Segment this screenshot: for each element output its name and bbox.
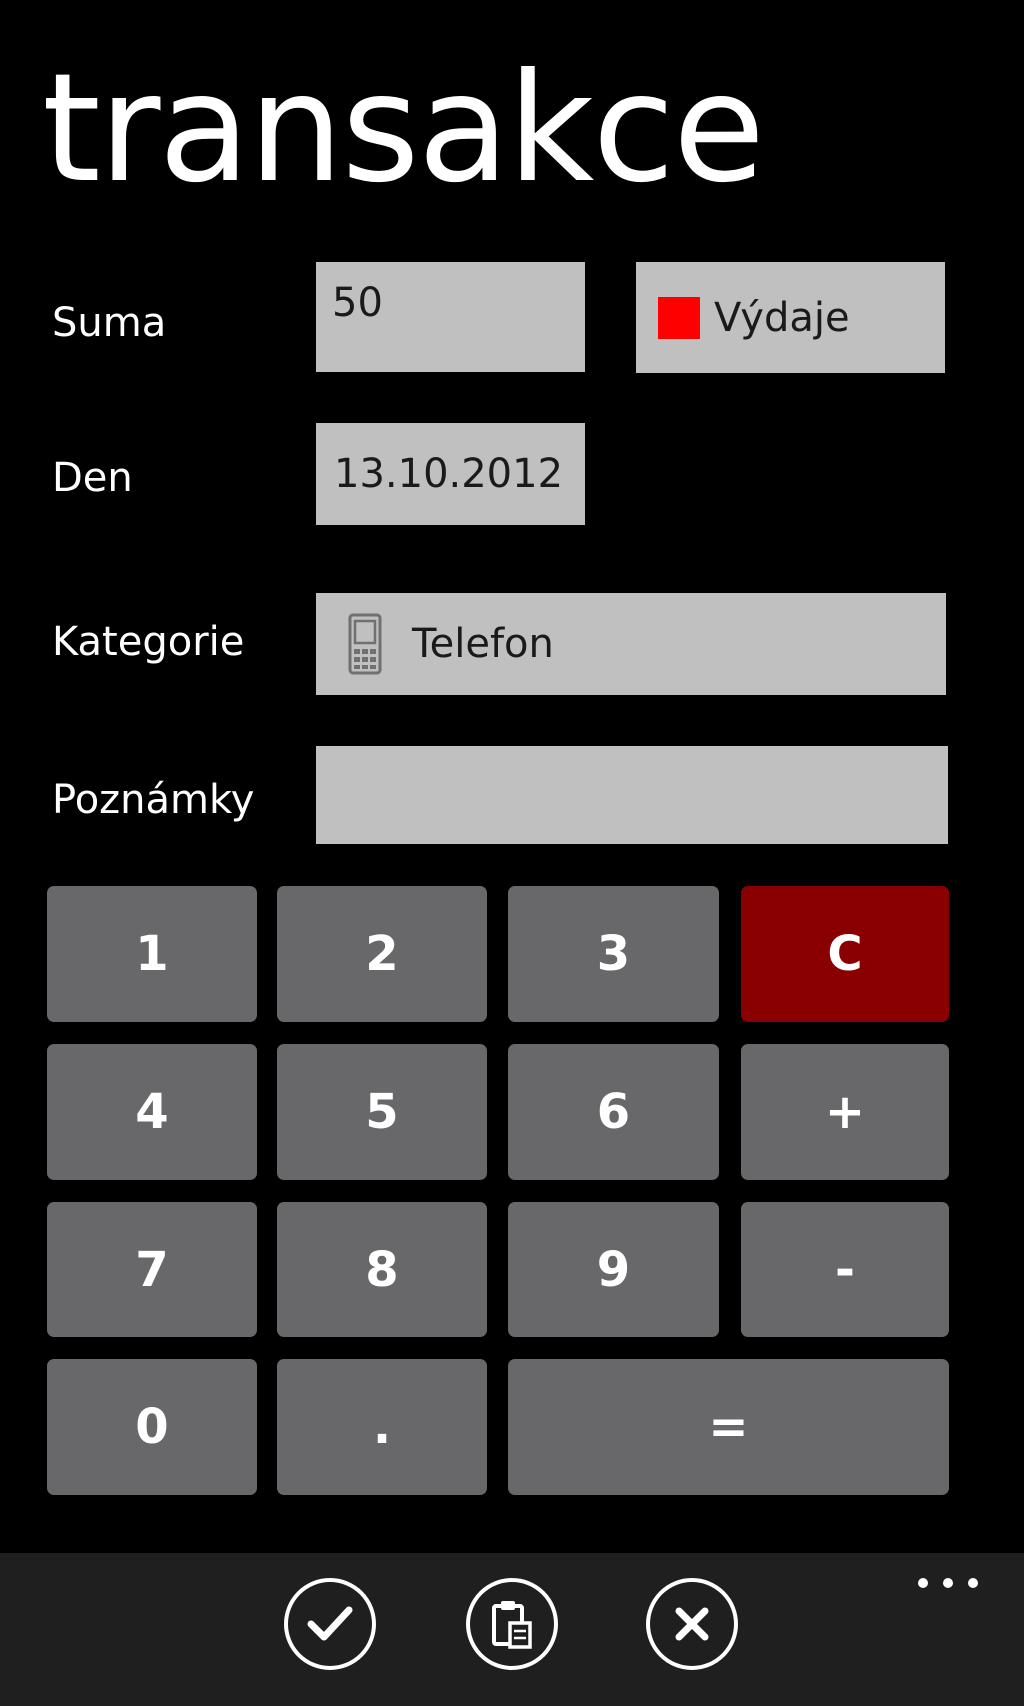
date-value: 13.10.2012 xyxy=(334,451,564,497)
key-minus[interactable]: - xyxy=(741,1202,949,1337)
key-8[interactable]: 8 xyxy=(277,1202,487,1337)
category-value: Telefon xyxy=(412,621,554,667)
more-dot xyxy=(943,1578,953,1588)
phone-icon xyxy=(348,613,382,675)
key-4[interactable]: 4 xyxy=(47,1044,257,1180)
type-color-swatch xyxy=(658,296,700,339)
more-dot xyxy=(968,1578,978,1588)
save-button[interactable] xyxy=(284,1578,376,1670)
more-icon[interactable] xyxy=(918,1578,978,1592)
key-1[interactable]: 1 xyxy=(47,886,257,1022)
key-plus[interactable]: + xyxy=(741,1044,949,1180)
key-2[interactable]: 2 xyxy=(277,886,487,1022)
den-label: Den xyxy=(52,455,133,501)
key-0[interactable]: 0 xyxy=(47,1359,257,1495)
notes-input[interactable] xyxy=(316,746,948,844)
key-equals[interactable]: = xyxy=(508,1359,949,1495)
category-picker[interactable]: Telefon xyxy=(316,593,946,695)
close-icon xyxy=(675,1607,709,1641)
key-6[interactable]: 6 xyxy=(508,1044,719,1180)
check-icon xyxy=(307,1606,353,1641)
suma-value: 50 xyxy=(332,280,383,326)
type-label: Výdaje xyxy=(714,294,850,341)
more-dot xyxy=(918,1578,928,1588)
date-picker[interactable]: 13.10.2012 xyxy=(316,423,585,525)
key-9[interactable]: 9 xyxy=(508,1202,719,1337)
key-5[interactable]: 5 xyxy=(277,1044,487,1180)
transaction-type-toggle[interactable]: Výdaje xyxy=(636,262,945,373)
clipboard-icon xyxy=(492,1601,532,1649)
key-7[interactable]: 7 xyxy=(47,1202,257,1337)
paste-button[interactable] xyxy=(466,1578,558,1670)
cancel-button[interactable] xyxy=(646,1578,738,1670)
page-title: transakce xyxy=(42,42,765,216)
key-dot[interactable]: . xyxy=(277,1359,487,1495)
suma-input[interactable]: 50 xyxy=(316,262,585,372)
poznamky-label: Poznámky xyxy=(52,777,255,823)
key-3[interactable]: 3 xyxy=(508,886,719,1022)
suma-label: Suma xyxy=(52,300,167,346)
key-clear[interactable]: C xyxy=(741,886,949,1022)
kategorie-label: Kategorie xyxy=(52,619,245,665)
